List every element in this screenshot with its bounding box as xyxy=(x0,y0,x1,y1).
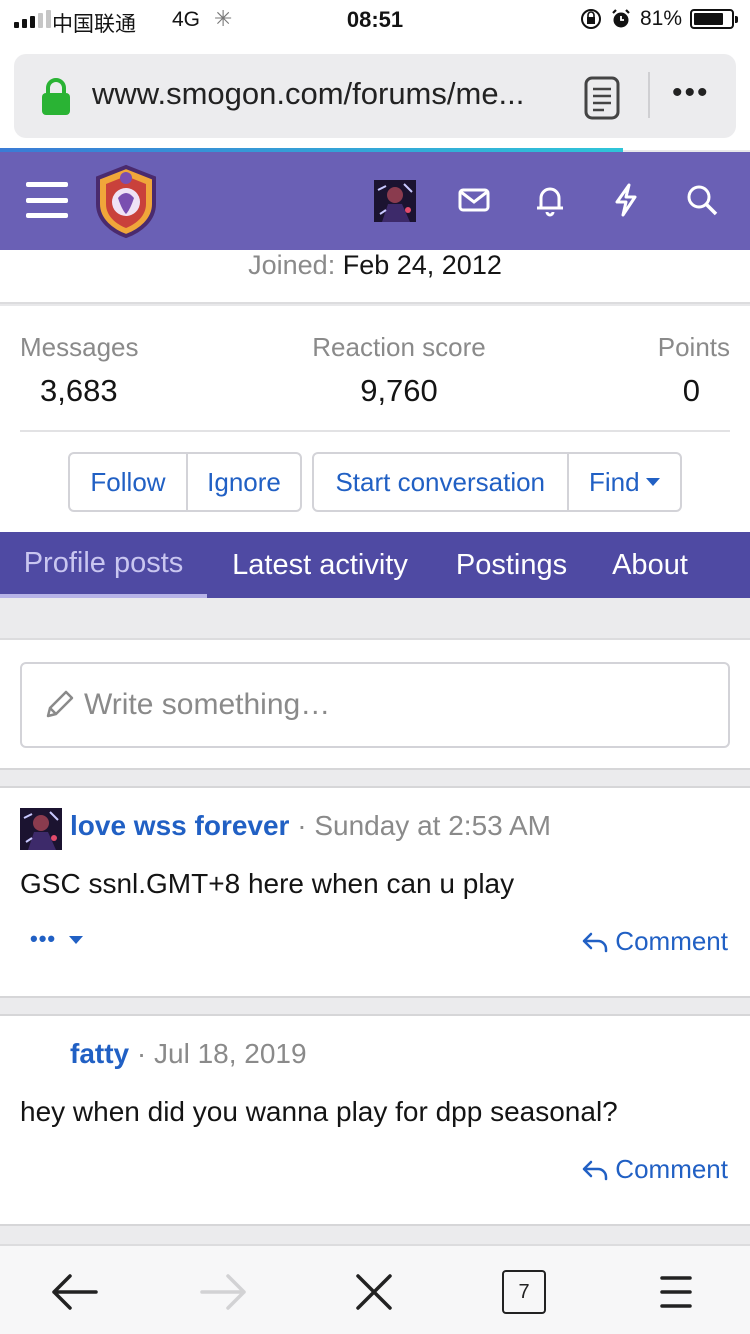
joined-label: Joined: xyxy=(248,250,336,280)
conversation-find-group: Start conversation Find xyxy=(312,452,682,512)
site-logo[interactable] xyxy=(92,164,160,238)
status-bar: 中国联通 4G ✳ 08:51 81% xyxy=(0,0,750,40)
battery-icon xyxy=(690,9,738,29)
section-gap xyxy=(0,998,750,1014)
chevron-down-icon xyxy=(69,936,84,945)
joined-date: Feb 24, 2012 xyxy=(342,250,502,280)
reader-mode-icon[interactable] xyxy=(584,76,620,120)
find-label: Find xyxy=(588,466,640,497)
compose-placeholder: Write something… xyxy=(84,688,331,721)
battery-percent: 81% xyxy=(639,7,682,30)
section-gap xyxy=(0,1226,750,1244)
follow-ignore-group: Follow Ignore xyxy=(68,452,302,512)
reply-icon xyxy=(583,1160,608,1180)
comment-label: Comment xyxy=(615,1154,728,1184)
forward-arrow-icon[interactable] xyxy=(200,1268,248,1316)
profile-stats: Messages 3,683 Reaction score 9,760 Poin… xyxy=(0,306,750,532)
pencil-icon xyxy=(46,690,74,718)
tab-latest-activity[interactable]: Latest activity xyxy=(207,532,433,598)
search-icon[interactable] xyxy=(684,182,720,218)
meta-separator: · xyxy=(136,1038,147,1069)
start-conversation-button[interactable]: Start conversation xyxy=(314,454,567,510)
ignore-button[interactable]: Ignore xyxy=(186,454,300,510)
post-meta: love wss forever · Sunday at 2:53 AM xyxy=(70,810,551,842)
post-meta: fatty · Jul 18, 2019 xyxy=(70,1038,307,1070)
comment-label: Comment xyxy=(615,926,728,956)
status-right: 81% xyxy=(580,7,738,31)
stat-messages: Messages 3,683 xyxy=(20,332,139,409)
tab-postings[interactable]: Postings xyxy=(433,532,590,598)
post-author-avatar[interactable] xyxy=(20,808,62,850)
post-author-link[interactable]: love wss forever xyxy=(70,810,289,841)
mail-icon[interactable] xyxy=(456,182,492,218)
post-body: GSC ssnl.GMT+8 here when can u play xyxy=(20,868,515,899)
stat-value: 3,683 xyxy=(40,373,118,408)
stat-value: 9,760 xyxy=(360,373,438,408)
joined-info: Joined: Feb 24, 2012 xyxy=(0,250,750,304)
write-something-input[interactable]: Write something… xyxy=(20,662,730,748)
compose-section: Write something… xyxy=(0,640,750,770)
bolt-icon[interactable] xyxy=(608,182,644,218)
stat-label: Reaction score xyxy=(312,332,486,362)
back-arrow-icon[interactable] xyxy=(50,1268,98,1316)
tabs-count: 7 xyxy=(502,1270,546,1314)
stat-points: Points 0 xyxy=(658,332,730,409)
reply-icon xyxy=(583,932,608,952)
meta-separator: · xyxy=(297,810,307,841)
alarm-icon xyxy=(612,9,630,28)
more-dots-icon: ••• xyxy=(30,926,57,951)
post-date[interactable]: Jul 18, 2019 xyxy=(154,1038,307,1069)
browser-address-area: www.smogon.com/forums/me... ••• xyxy=(0,40,750,150)
stat-value: 0 xyxy=(682,373,700,408)
user-avatar[interactable] xyxy=(374,180,416,222)
post-body: hey when did you wanna play for dpp seas… xyxy=(20,1096,618,1127)
address-bar[interactable]: www.smogon.com/forums/me... ••• xyxy=(14,54,736,138)
rotation-lock-icon xyxy=(580,9,601,29)
stat-label: Messages xyxy=(20,332,139,362)
chevron-down-icon xyxy=(645,478,660,486)
follow-button[interactable]: Follow xyxy=(70,454,186,510)
post-date[interactable]: Sunday at 2:53 AM xyxy=(314,810,551,841)
find-button[interactable]: Find xyxy=(566,454,681,510)
stat-reaction-score: Reaction score 9,760 xyxy=(306,332,492,409)
url-text[interactable]: www.smogon.com/forums/me... xyxy=(92,76,524,112)
stat-label: Points xyxy=(657,332,730,362)
section-gap xyxy=(0,770,750,786)
section-gap xyxy=(0,598,750,640)
profile-tabs: Profile posts Latest activity Postings A… xyxy=(0,532,750,598)
url-divider xyxy=(648,72,650,118)
profile-post: fatty · Jul 18, 2019 hey when did you wa… xyxy=(0,1014,750,1226)
tabs-icon[interactable]: 7 xyxy=(500,1268,548,1316)
post-more-menu[interactable]: ••• xyxy=(30,926,84,952)
tab-profile-posts[interactable]: Profile posts xyxy=(0,532,207,598)
site-header xyxy=(0,152,750,250)
bell-icon[interactable] xyxy=(532,182,568,218)
browser-toolbar: 7 xyxy=(0,1244,750,1334)
tab-about[interactable]: About xyxy=(590,532,710,598)
browser-more-icon[interactable]: ••• xyxy=(672,76,710,110)
lock-icon xyxy=(42,78,70,115)
post-author-link[interactable]: fatty xyxy=(70,1038,129,1069)
comment-button[interactable]: Comment xyxy=(581,1154,728,1185)
menu-icon[interactable] xyxy=(26,182,68,218)
profile-post: love wss forever · Sunday at 2:53 AM GSC… xyxy=(0,786,750,998)
close-icon[interactable] xyxy=(350,1268,398,1316)
comment-button[interactable]: Comment xyxy=(581,926,728,957)
divider xyxy=(20,430,730,432)
menu-icon[interactable] xyxy=(652,1268,700,1316)
